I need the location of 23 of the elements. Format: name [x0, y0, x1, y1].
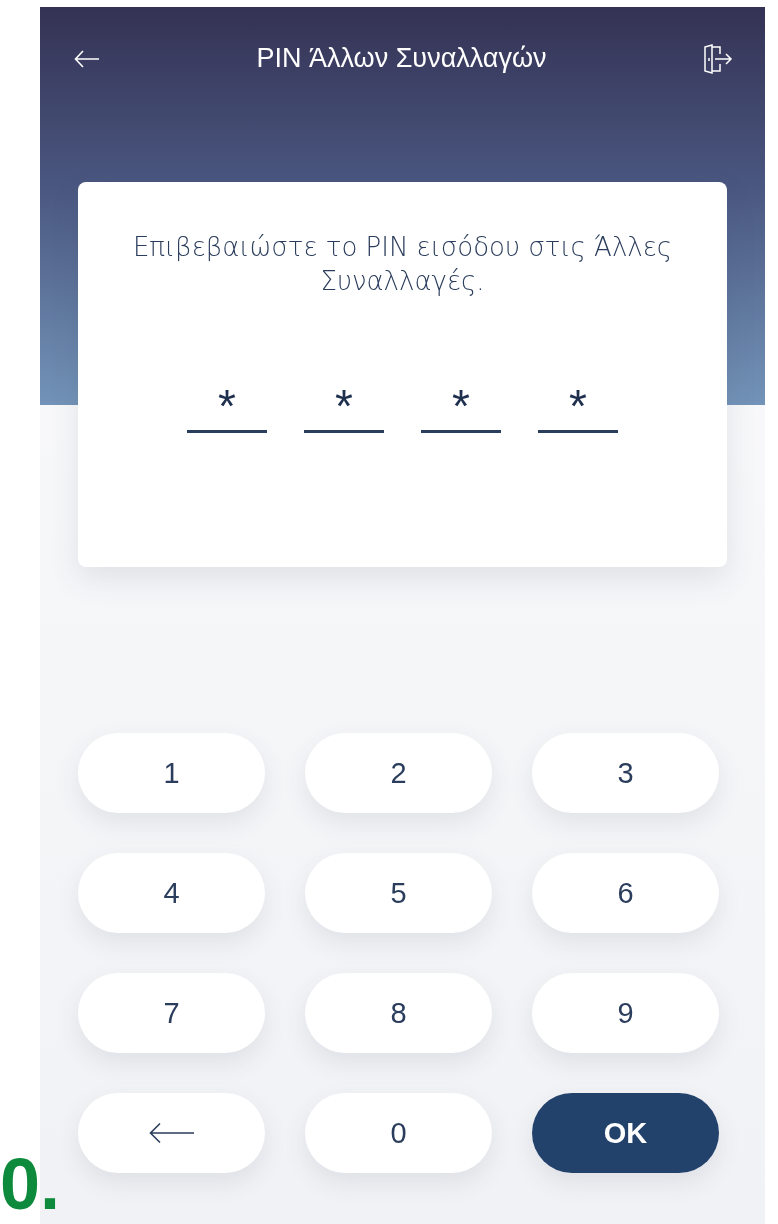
pin-digit-field: * [538, 382, 618, 433]
digit-key[interactable]: 3 [532, 733, 719, 813]
pin-digit-field: * [421, 382, 501, 433]
digit-key[interactable]: 7 [78, 973, 265, 1053]
digit-key[interactable]: 9 [532, 973, 719, 1053]
door-exit-icon [703, 43, 733, 74]
digit-key[interactable]: 1 [78, 733, 265, 813]
screen-title: PIN Άλλων Συναλλαγών [256, 43, 547, 74]
digit-key[interactable]: 4 [78, 853, 265, 933]
logout-button[interactable] [703, 43, 733, 74]
back-button[interactable] [74, 49, 100, 68]
digit-key[interactable]: 0 [305, 1093, 492, 1173]
back-arrow-icon [148, 1122, 195, 1144]
back-arrow-icon [74, 49, 100, 68]
step-number: 0. [0, 1144, 61, 1224]
instruction-text: Επιβεβαιώστε το PIN εισόδου στις Άλλες Συναλλαγές. [131, 231, 674, 298]
digit-key[interactable]: 5 [305, 853, 492, 933]
pin-digit-field: * [187, 382, 267, 433]
digit-key[interactable]: 2 [305, 733, 492, 813]
digit-key[interactable]: 6 [532, 853, 719, 933]
digit-key[interactable]: 8 [305, 973, 492, 1053]
ok-button[interactable]: OK [532, 1093, 719, 1173]
pin-digit-field: * [304, 382, 384, 433]
